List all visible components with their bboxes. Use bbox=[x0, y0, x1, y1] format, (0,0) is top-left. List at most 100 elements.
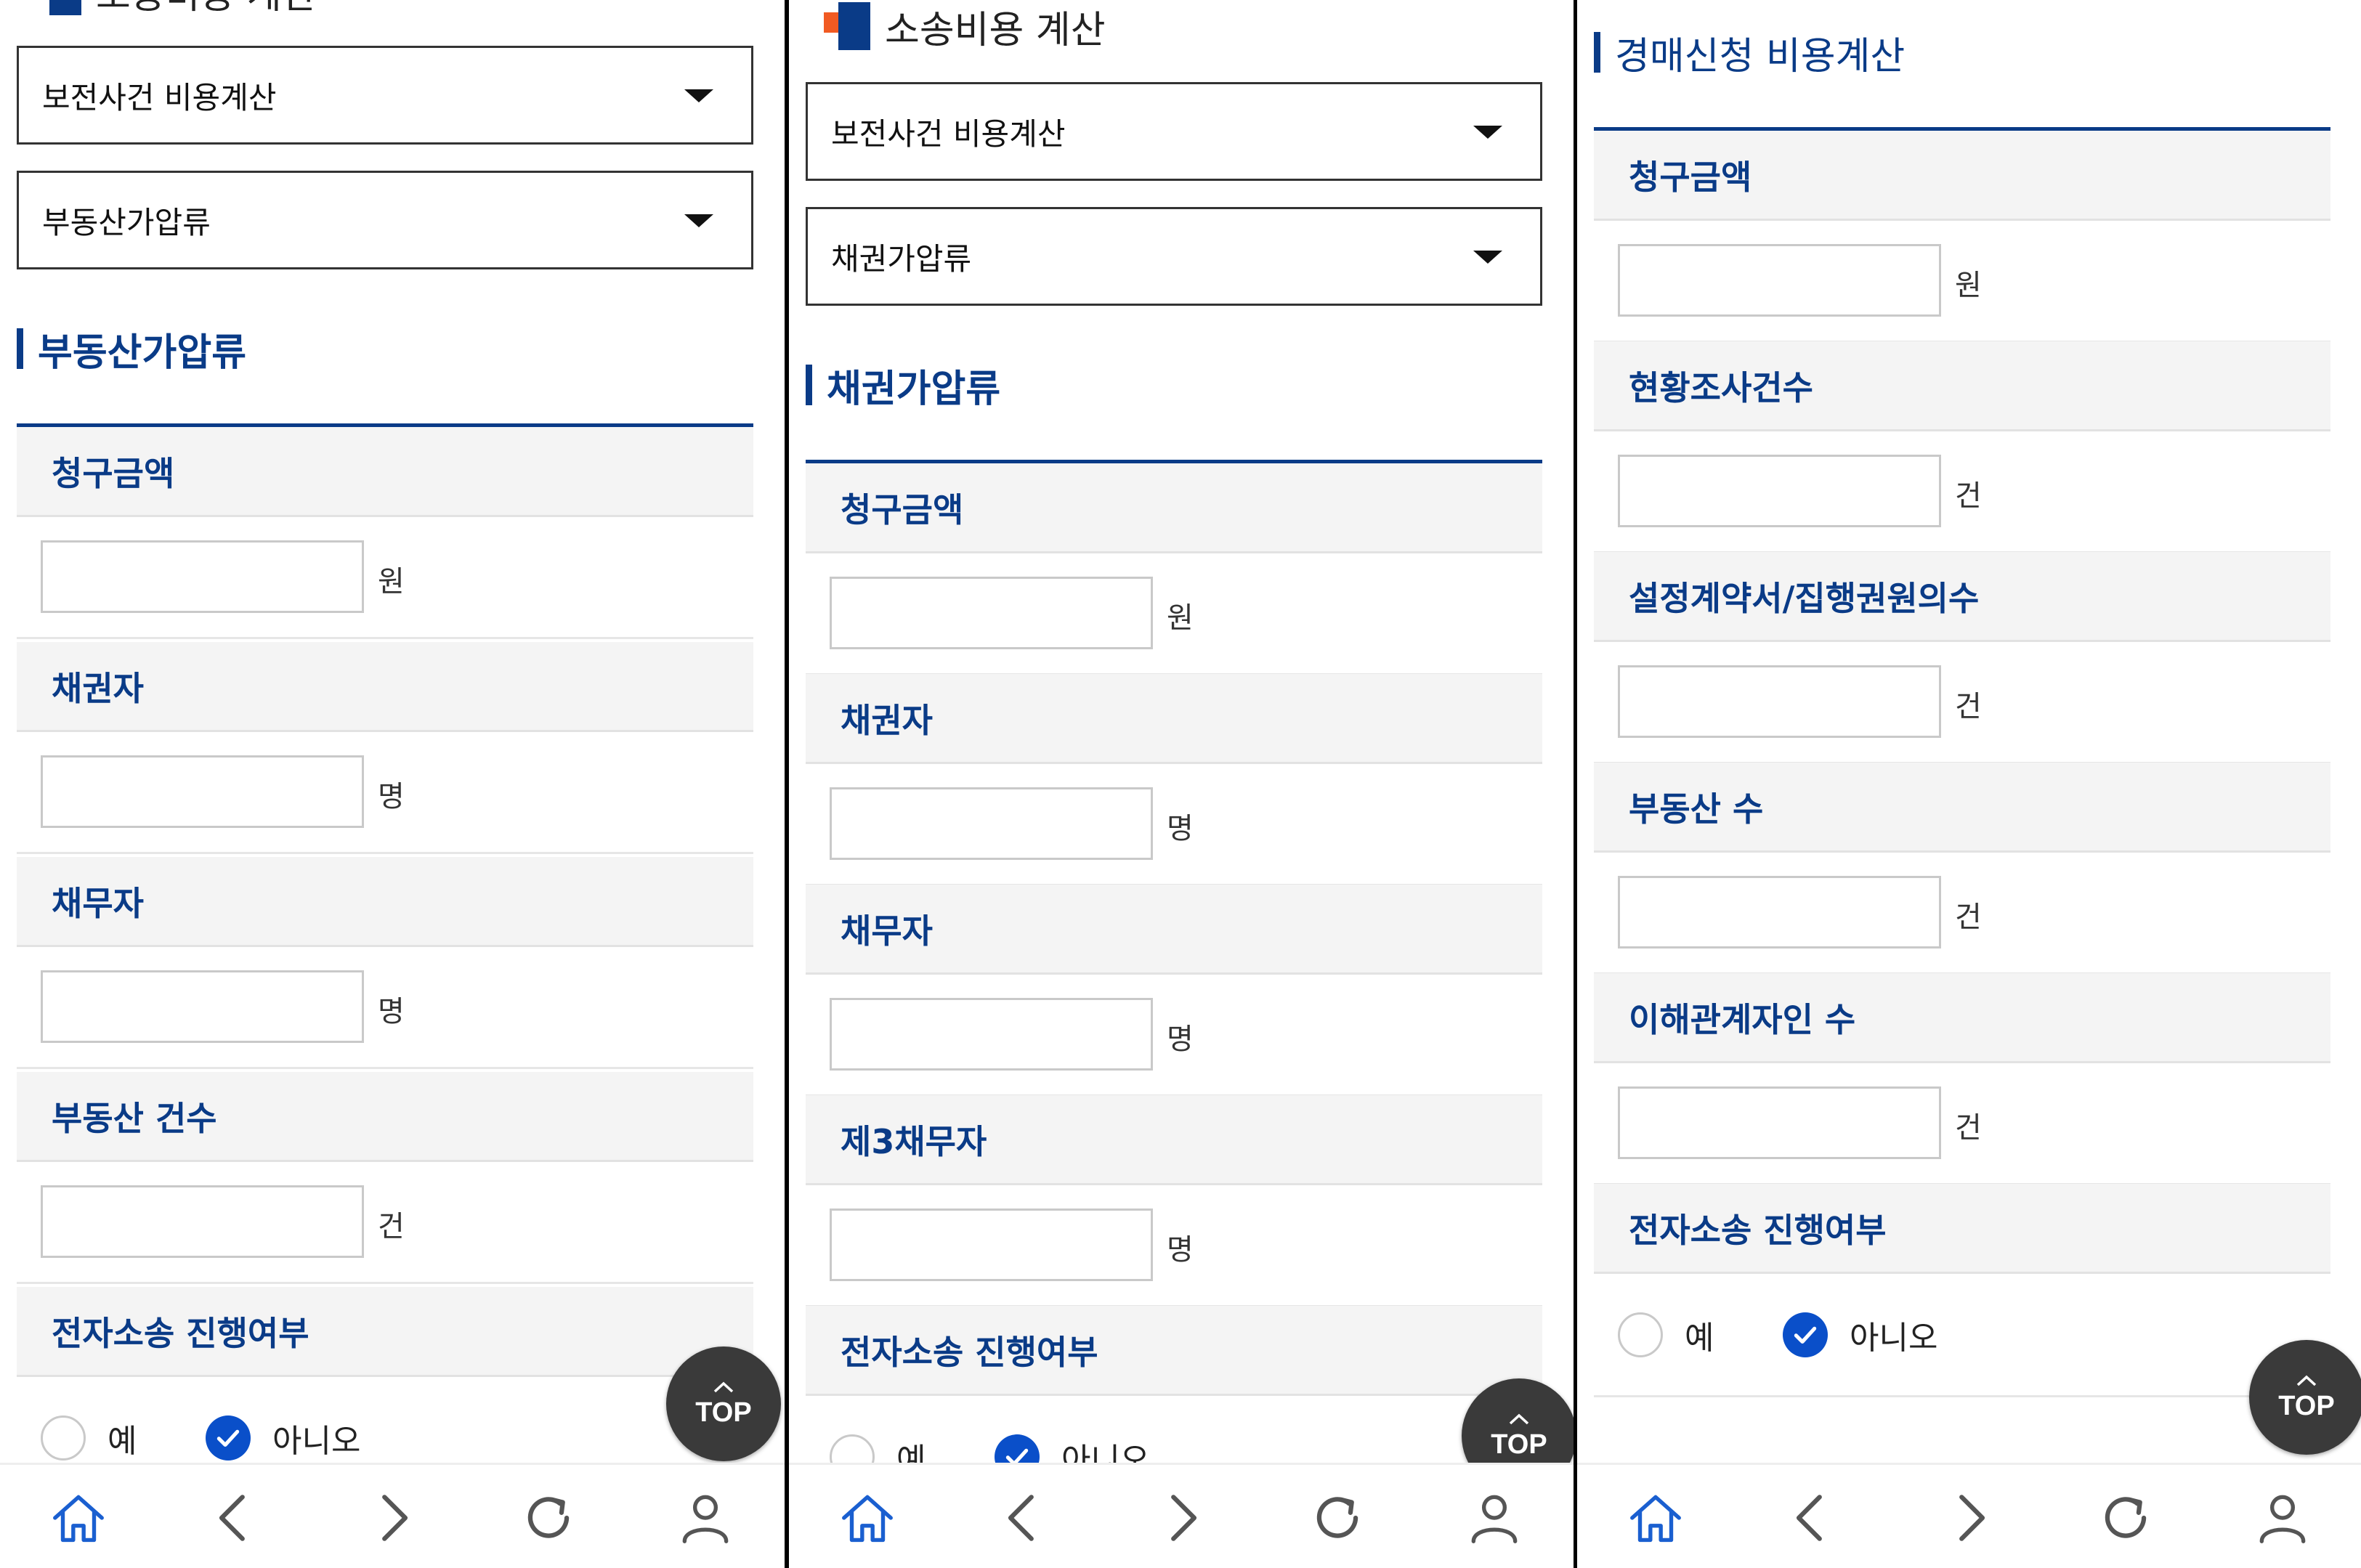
creditor-count-input[interactable] bbox=[830, 787, 1153, 860]
case-type-select[interactable]: 보전사건 비용계산 bbox=[806, 82, 1542, 181]
refresh-button[interactable] bbox=[517, 1487, 580, 1549]
unit-label: 건 bbox=[1955, 690, 1982, 723]
field-row-third-debtor: 명 bbox=[806, 1185, 1542, 1307]
field-label-debtor: 채무자 bbox=[806, 885, 1542, 975]
radio-yes[interactable]: 예 bbox=[1618, 1312, 1714, 1358]
field-row-creditor: 명 bbox=[17, 732, 753, 854]
field-label-interested-party-count: 이해관계자인 수 bbox=[1594, 973, 2330, 1063]
scroll-top-label: TOP bbox=[1491, 1429, 1547, 1460]
screen-panel-2: 소송비용 계산 보전사건 비용계산 채권가압류 채권가압류 청구금액 원 채권자… bbox=[789, 0, 1574, 1568]
chevron-down-icon bbox=[684, 89, 713, 102]
refresh-button[interactable] bbox=[1306, 1487, 1369, 1549]
property-count-input[interactable] bbox=[1618, 876, 1941, 948]
back-button[interactable] bbox=[1781, 1487, 1843, 1549]
scroll-top-button[interactable]: TOP bbox=[2249, 1340, 2361, 1455]
profile-button[interactable] bbox=[2251, 1487, 2314, 1549]
unit-label: 원 bbox=[1955, 269, 1982, 302]
third-debtor-count-input[interactable] bbox=[830, 1209, 1153, 1281]
field-row-property-count: 건 bbox=[17, 1162, 753, 1284]
home-icon bbox=[53, 1495, 104, 1543]
unit-label: 건 bbox=[1955, 479, 1982, 513]
forward-button[interactable] bbox=[1150, 1487, 1212, 1549]
creditor-count-input[interactable] bbox=[41, 755, 364, 828]
refresh-icon bbox=[2105, 1497, 2147, 1538]
bottom-navigation bbox=[789, 1463, 1574, 1568]
case-type-select[interactable]: 보전사건 비용계산 bbox=[17, 46, 753, 145]
field-label-property-count: 부동산 건수 bbox=[17, 1072, 753, 1162]
radio-no[interactable]: 아니오 bbox=[206, 1415, 360, 1461]
radio-unchecked-icon bbox=[1618, 1312, 1663, 1357]
unit-label: 원 bbox=[378, 565, 405, 598]
forward-button[interactable] bbox=[361, 1487, 424, 1549]
field-label-creditor: 채권자 bbox=[806, 674, 1542, 764]
profile-button[interactable] bbox=[674, 1487, 737, 1549]
refresh-icon bbox=[527, 1497, 570, 1538]
radio-yes-label: 예 bbox=[1685, 1320, 1714, 1357]
debtor-count-input[interactable] bbox=[830, 998, 1153, 1071]
refresh-button[interactable] bbox=[2094, 1487, 2157, 1549]
claim-amount-input[interactable] bbox=[41, 540, 364, 613]
sub-type-select[interactable]: 채권가압류 bbox=[806, 207, 1542, 306]
radio-no[interactable]: 아니오 bbox=[1783, 1312, 1937, 1358]
forward-chevron-icon bbox=[1959, 1495, 1985, 1541]
bottom-navigation bbox=[1577, 1463, 2361, 1568]
unit-label: 명 bbox=[1167, 1233, 1194, 1267]
chevron-down-icon bbox=[684, 214, 713, 227]
unit-label: 건 bbox=[1955, 1111, 1982, 1145]
field-label-contract-count: 설정계약서/집행권원의수 bbox=[1594, 552, 2330, 642]
field-label-ecourt: 전자소송 진행여부 bbox=[17, 1287, 753, 1377]
section-bar-icon bbox=[17, 328, 23, 369]
bottom-navigation bbox=[0, 1463, 785, 1568]
sub-type-select-value: 부동산가압류 bbox=[42, 204, 211, 240]
unit-label: 명 bbox=[378, 995, 405, 1028]
page-title: 소송비용 계산 bbox=[35, 0, 317, 20]
radio-no-label: 아니오 bbox=[1850, 1320, 1938, 1357]
chevron-down-icon bbox=[1473, 251, 1502, 264]
unit-label: 명 bbox=[378, 780, 405, 813]
field-row-property-count: 건 bbox=[1594, 853, 2330, 975]
field-label-survey-count: 현황조사건수 bbox=[1594, 341, 2330, 431]
back-button[interactable] bbox=[203, 1487, 266, 1549]
interested-party-count-input[interactable] bbox=[1618, 1086, 1941, 1159]
scroll-top-label: TOP bbox=[2278, 1390, 2335, 1421]
field-row-claim-amount: 원 bbox=[17, 517, 753, 639]
claim-amount-input[interactable] bbox=[1618, 244, 1941, 317]
field-label-claim-amount: 청구금액 bbox=[806, 463, 1542, 553]
forward-button[interactable] bbox=[1938, 1487, 2001, 1549]
field-label-third-debtor: 제3채무자 bbox=[806, 1095, 1542, 1185]
field-label-ecourt: 전자소송 진행여부 bbox=[806, 1306, 1542, 1396]
forward-chevron-icon bbox=[382, 1495, 408, 1541]
page-title: 소송비용 계산 bbox=[824, 0, 1106, 55]
contract-count-input[interactable] bbox=[1618, 665, 1941, 738]
unit-label: 건 bbox=[378, 1210, 405, 1243]
case-type-select-value: 보전사건 비용계산 bbox=[42, 79, 277, 115]
profile-button[interactable] bbox=[1463, 1487, 1526, 1549]
section-title-text: 채권가압류 bbox=[827, 367, 1001, 411]
case-type-select-value: 보전사건 비용계산 bbox=[831, 115, 1066, 152]
home-button[interactable] bbox=[47, 1487, 110, 1549]
ecourt-radio-group: 예 아니오 bbox=[1594, 1275, 2330, 1397]
chevron-down-icon bbox=[1473, 126, 1502, 139]
home-button[interactable] bbox=[836, 1487, 899, 1549]
property-count-input[interactable] bbox=[41, 1185, 364, 1258]
home-button[interactable] bbox=[1624, 1487, 1687, 1549]
radio-yes-label: 예 bbox=[108, 1423, 137, 1460]
user-icon bbox=[2259, 1495, 2306, 1543]
survey-count-input[interactable] bbox=[1618, 455, 1941, 527]
scroll-top-button[interactable]: TOP bbox=[666, 1346, 781, 1461]
field-row-claim-amount: 원 bbox=[1594, 221, 2330, 343]
back-button[interactable] bbox=[992, 1487, 1055, 1549]
radio-unchecked-icon bbox=[41, 1415, 86, 1461]
chevron-up-icon bbox=[713, 1381, 734, 1392]
back-chevron-icon bbox=[1008, 1495, 1034, 1541]
refresh-icon bbox=[1316, 1497, 1358, 1538]
field-row-claim-amount: 원 bbox=[806, 553, 1542, 675]
claim-amount-input[interactable] bbox=[830, 577, 1153, 649]
sub-type-select[interactable]: 부동산가압류 bbox=[17, 171, 753, 269]
field-row-survey-count: 건 bbox=[1594, 431, 2330, 553]
section-title: 경매신청 비용계산 bbox=[1594, 23, 1905, 81]
chevron-up-icon bbox=[1509, 1413, 1529, 1424]
radio-yes[interactable]: 예 bbox=[41, 1415, 137, 1461]
debtor-count-input[interactable] bbox=[41, 970, 364, 1043]
page-title-text: 소송비용 계산 bbox=[885, 8, 1106, 52]
